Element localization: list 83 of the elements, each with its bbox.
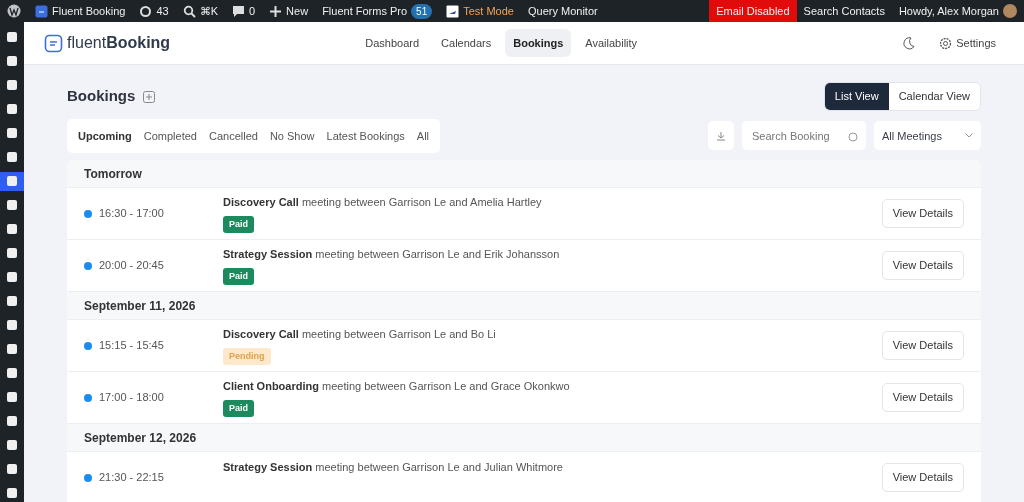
view-details-button[interactable]: View Details: [881, 251, 964, 280]
filter-tab[interactable]: Upcoming: [72, 122, 138, 149]
square-icon: [6, 390, 18, 403]
menu-label[interactable]: New: [286, 2, 309, 20]
booking-title: Strategy Session meeting between Garrison Le and Julian Whitmore: [223, 459, 564, 475]
status-badge: Paid: [223, 267, 254, 285]
square-icon: [6, 366, 18, 379]
square-icon: [6, 31, 18, 44]
view-details-button[interactable]: View Details: [881, 199, 964, 228]
filter-tab[interactable]: All: [410, 122, 436, 149]
plus-icon: [269, 4, 283, 18]
filter-tab[interactable]: Completed: [137, 122, 203, 149]
logo-text: fluentBooking: [67, 33, 171, 53]
square-icon: [6, 103, 18, 116]
square-icon: [6, 438, 18, 451]
date-heading: September 12, 2026: [67, 424, 981, 452]
square-icon: [6, 55, 18, 68]
menu-label[interactable]: 0: [249, 2, 256, 20]
menu-label[interactable]: Search Contacts: [803, 2, 885, 20]
booking-title: Strategy Session meeting between Garrison Le and Erik Johansson: [223, 247, 561, 262]
menu-label[interactable]: Fluent Forms Pro: [322, 2, 408, 20]
booking-time: 15:15 - 15:45: [99, 338, 164, 354]
sidebar-item[interactable]: [0, 171, 24, 191]
count-badge: 51: [411, 3, 433, 19]
square-icon: [6, 414, 18, 427]
status-badge: Pending: [223, 347, 271, 365]
square-icon: [6, 462, 18, 475]
square-icon: [6, 342, 18, 355]
square-icon: [6, 318, 18, 331]
logo-icon: [446, 4, 460, 18]
logo-icon: [44, 33, 64, 53]
search-input[interactable]: Search Booking: [750, 126, 832, 145]
booking-time: 16:30 - 17:00: [99, 206, 164, 222]
status-badge: Paid: [223, 399, 254, 417]
booking-title: Client Onboarding meeting between Garrison Le and Grace Okonkwo: [223, 379, 571, 394]
menu-label[interactable]: ⌘K: [199, 2, 218, 20]
square-icon: [6, 294, 18, 307]
square-icon: [6, 127, 18, 140]
search-field[interactable]: Search Booking: [742, 121, 866, 151]
menu-label[interactable]: Test Mode: [463, 2, 514, 20]
nav-tab[interactable]: Availability: [577, 28, 646, 58]
booking-time: 21:30 - 22:15: [99, 470, 164, 486]
filter-tab[interactable]: No Show: [263, 122, 321, 149]
date-heading: September 11, 2026: [67, 292, 981, 320]
square-icon: [6, 486, 18, 499]
view-toggle[interactable]: List View: [824, 83, 889, 110]
avatar-icon: [1003, 4, 1017, 18]
status-badge: Paid: [223, 215, 254, 233]
nav-tab[interactable]: Calendars: [433, 28, 500, 58]
square-icon: [6, 247, 18, 260]
view-details-button[interactable]: View Details: [881, 463, 964, 492]
booking-title: Discovery Call meeting between Garrison Le and Amelia Hartley: [223, 195, 543, 210]
moon-icon: [902, 36, 916, 50]
plus-icon: [143, 91, 156, 104]
download-icon: [716, 130, 726, 141]
booking-time: 20:00 - 20:45: [99, 258, 164, 274]
menu-label[interactable]: 43: [156, 2, 169, 20]
chevron-down-icon: [965, 133, 973, 139]
filter-tab[interactable]: Cancelled: [203, 122, 264, 149]
square-icon: [6, 151, 18, 164]
booking-title: Discovery Call meeting between Garrison Le and Bo Li: [223, 327, 497, 342]
settings-link[interactable]: Settings: [931, 28, 1004, 58]
square-icon: [6, 271, 18, 283]
view-details-button[interactable]: View Details: [881, 383, 964, 412]
meeting-select[interactable]: All Meetings: [874, 121, 981, 151]
comment-icon: [232, 4, 245, 18]
page-title: Bookings: [67, 86, 136, 106]
filter-tab[interactable]: Latest Bookings: [320, 122, 411, 149]
square-icon: [6, 199, 18, 212]
menu-label[interactable]: Query Monitor: [527, 2, 598, 20]
menu-label[interactable]: Fluent Booking: [52, 2, 126, 20]
wordpress-logo-icon: [7, 4, 21, 18]
calendar-icon: [35, 4, 48, 18]
add-button[interactable]: [143, 88, 156, 105]
nav-tab[interactable]: Bookings: [505, 28, 572, 58]
date-heading: Tomorrow: [67, 160, 981, 188]
menu-label[interactable]: Howdy, Alex Morgan: [898, 2, 999, 20]
nav-tab[interactable]: Dashboard: [357, 28, 428, 58]
square-icon: [6, 175, 18, 188]
square-icon: [6, 223, 18, 236]
view-details-button[interactable]: View Details: [881, 331, 964, 360]
booking-time: 17:00 - 18:00: [99, 390, 164, 406]
square-icon: [6, 79, 18, 92]
